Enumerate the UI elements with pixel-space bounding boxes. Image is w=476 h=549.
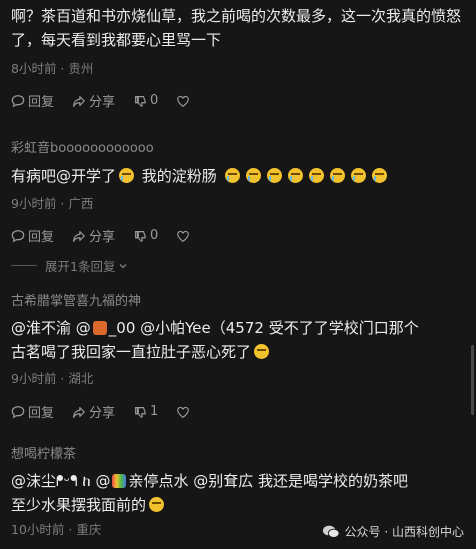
reply-label: 回复 <box>28 230 55 245</box>
crying-emoji <box>371 168 387 183</box>
heart-icon <box>177 406 190 418</box>
share-button[interactable]: 分享 <box>72 226 115 245</box>
comment-3: 古希腊掌管喜九福的神 @淮不渝 @ _00 @小帕Yee（4572 受不了了学校门… <box>11 290 468 421</box>
share-button[interactable]: 分享 <box>72 402 115 421</box>
crying-emoji <box>224 168 240 183</box>
fox-avatar-icon <box>92 321 107 335</box>
like-button[interactable]: 1 <box>133 404 158 419</box>
watermark: 公众号 · 山西科创中心 <box>322 523 464 540</box>
comment-text-line2: 古茗喝了我回家一直拉肚子恶心死了 <box>11 343 252 361</box>
crying-emoji <box>245 168 261 183</box>
crying-emoji <box>119 168 135 183</box>
crying-emoji <box>287 168 303 183</box>
heart-icon <box>177 230 190 242</box>
reply-button[interactable]: 回复 <box>11 91 54 110</box>
watermark-label: 公众号 · 山西科创中心 <box>344 525 464 539</box>
share-label: 分享 <box>89 95 116 110</box>
laughing-emoji <box>254 344 270 359</box>
comment-text-suffix: 我的淀粉肠 <box>137 167 217 185</box>
expand-replies-button[interactable]: 展开1条回复 <box>11 256 128 275</box>
comment-text: @淮不渝 @ _00 @小帕Yee（4572 受不了了学校门口那个 古茗喝了我回家… <box>11 316 468 364</box>
share-label: 分享 <box>89 406 116 421</box>
comment-text: 有病吧@开学了 我的淀粉肠 <box>11 164 468 188</box>
comment-actions: 回复 分享 0 <box>11 91 468 110</box>
divider <box>11 265 37 266</box>
comment-icon <box>11 229 25 242</box>
wechat-icon <box>322 525 340 538</box>
comment-text: @沫尘ᖰᵕᖳ ከ @ 亲停点水 @别耷広 我还是喝学校的奶茶吧 至少水果摆我面前的 <box>11 469 468 517</box>
crying-emoji <box>329 168 345 183</box>
comment-username[interactable]: 彩虹音boooooooooooo <box>11 137 468 156</box>
share-icon <box>73 406 85 418</box>
crying-emoji <box>266 168 282 183</box>
comment-actions: 回复 分享 1 <box>11 402 468 421</box>
comment-meta: 8小时前 · 贵州 <box>11 61 94 76</box>
comment-meta: 9小时前 · 广西 <box>11 196 94 211</box>
reply-button[interactable]: 回复 <box>11 402 54 421</box>
share-icon <box>73 95 85 107</box>
comment-2: 彩虹音boooooooooooo 有病吧@开学了 我的淀粉肠 9小时前 · 广西… <box>11 137 468 245</box>
crying-emoji <box>308 168 324 183</box>
mention-text[interactable]: 亲停点水 @别耷広 我还是喝学校的奶茶吧 <box>128 472 408 490</box>
comment-actions: 回复 分享 0 <box>11 226 468 245</box>
comment-icon <box>11 405 25 418</box>
comment-text-prefix: 有病吧@开学了 <box>11 167 117 185</box>
like-count: 1 <box>150 404 159 419</box>
share-button[interactable]: 分享 <box>72 91 115 110</box>
comment-meta: 9小时前 · 湖北 <box>11 371 94 386</box>
thumbs-down-icon <box>135 406 146 418</box>
comment-text-line2: 至少水果摆我面前的 <box>11 496 147 514</box>
scrollbar[interactable] <box>471 345 474 415</box>
thumbs-down-icon <box>135 230 146 242</box>
comment-icon <box>11 94 25 107</box>
like-button[interactable]: 0 <box>133 93 158 108</box>
rainbow-avatar-icon <box>112 474 127 488</box>
reply-label: 回复 <box>28 406 55 421</box>
comment-1: 啊？茶百道和书亦烧仙草，我之前喝的次数最多，这一次我真的愤怒了，每天看到我都要心… <box>11 4 468 110</box>
reply-label: 回复 <box>28 95 55 110</box>
dislike-button[interactable] <box>176 94 193 108</box>
share-icon <box>73 230 85 242</box>
thumbs-down-icon <box>135 95 146 107</box>
dislike-button[interactable] <box>176 405 193 419</box>
like-count: 0 <box>150 93 159 108</box>
share-label: 分享 <box>89 230 116 245</box>
mention-text[interactable]: _00 @小帕Yee（4572 受不了了学校门口那个 <box>109 319 419 337</box>
expand-replies-label: 展开1条回复 <box>45 259 116 274</box>
comment-text: 啊？茶百道和书亦烧仙草，我之前喝的次数最多，这一次我真的愤怒了，每天看到我都要心… <box>11 7 462 49</box>
crying-emoji <box>350 168 366 183</box>
smile-emoji <box>149 497 165 512</box>
mention-text[interactable]: @沫尘ᖰᵕᖳ ከ @ <box>11 472 110 490</box>
dislike-button[interactable] <box>176 229 193 243</box>
comment-username[interactable]: 想喝柠檬茶 <box>11 443 468 462</box>
like-button[interactable]: 0 <box>133 228 158 243</box>
reply-button[interactable]: 回复 <box>11 226 54 245</box>
heart-icon <box>177 95 190 107</box>
chevron-down-icon <box>119 263 127 268</box>
mention-text[interactable]: @淮不渝 @ <box>11 319 91 337</box>
comment-username[interactable]: 古希腊掌管喜九福的神 <box>11 290 468 309</box>
like-count: 0 <box>150 228 159 243</box>
